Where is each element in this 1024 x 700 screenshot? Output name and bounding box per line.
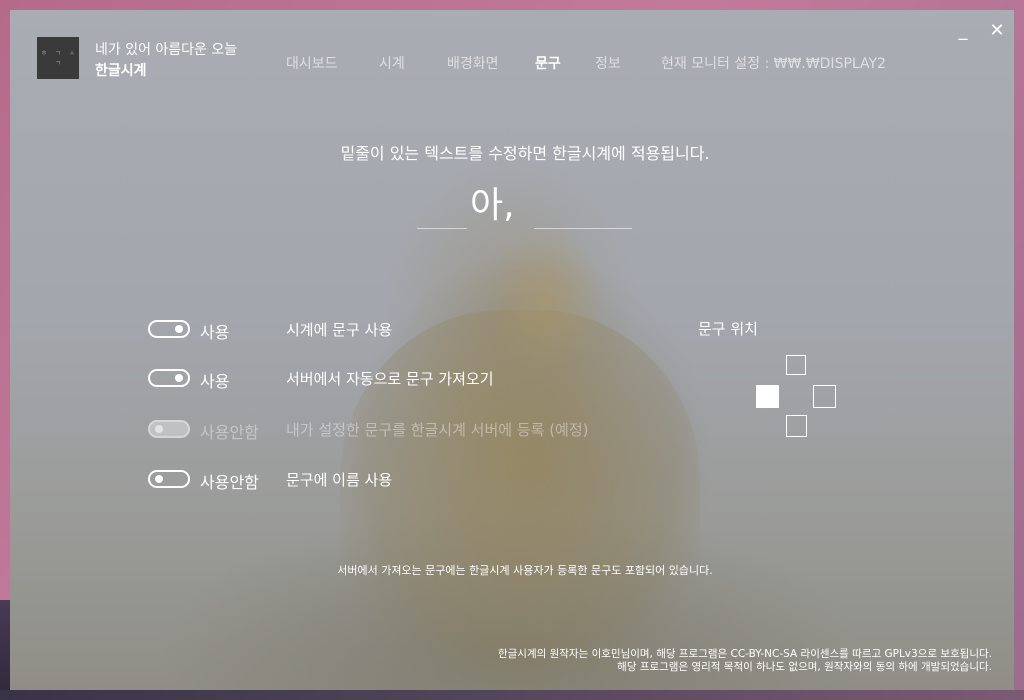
toggle-state-label: 사용안함 xyxy=(200,423,259,442)
phrase-text: 아, xyxy=(470,185,515,226)
position-right-option[interactable] xyxy=(813,385,836,408)
nav-item-dashboard[interactable]: 대시보드 xyxy=(286,53,338,73)
desktop-background-bottom xyxy=(0,690,1024,700)
close-button[interactable]: ✕ xyxy=(984,18,1010,42)
position-top-option[interactable] xyxy=(786,355,806,375)
option-row-use-name: 사용안함 문구에 이름 사용 xyxy=(148,470,748,496)
option-row-use-phrase: 사용 시계에 문구 사용 xyxy=(148,320,748,346)
option-row-register-server: 사용안함 내가 설정한 문구를 한글시계 서버에 등록 (예정) xyxy=(148,420,748,446)
minimize-icon: _ xyxy=(958,19,968,41)
license-line-1: 한글시계의 원작자는 이호민님이며, 해당 프로그램은 CC-BY-NC-SA … xyxy=(497,648,992,660)
toggle-state-label: 사용 xyxy=(200,323,230,342)
option-description: 시계에 문구 사용 xyxy=(286,321,393,339)
background-statue-head xyxy=(490,230,600,370)
logo-char: ㅅ xyxy=(68,49,76,57)
app-subtitle: 네가 있어 아름다운 오늘 xyxy=(95,42,238,58)
app-window: _ ✕ ㅎ ㄱ ㅅ ㄱ 네가 있어 아름다운 오늘 한글시계 대시보드 시계 배… xyxy=(10,10,1014,690)
license-line-2: 해당 프로그램은 영리적 목적이 하나도 없으며, 원작자와의 동의 하에 개발… xyxy=(617,661,992,673)
phrase-position-label: 문구 위치 xyxy=(698,320,758,338)
register-server-toggle xyxy=(148,420,190,438)
nav-item-phrase[interactable]: 문구 xyxy=(535,53,561,73)
use-phrase-toggle[interactable] xyxy=(148,320,190,338)
close-icon: ✕ xyxy=(989,19,1005,41)
toggle-state-label: 사용안함 xyxy=(200,473,259,492)
monitor-setting[interactable]: 현재 모니터 설정 : ₩₩.₩DISPLAY2 xyxy=(661,53,886,73)
position-left-option[interactable] xyxy=(756,385,779,408)
background-statue-image xyxy=(340,310,700,690)
toggle-knob xyxy=(155,475,163,483)
position-bottom-option[interactable] xyxy=(786,415,807,437)
phrase-editor: 아, xyxy=(10,184,1014,234)
nav-item-wallpaper[interactable]: 배경화면 xyxy=(447,53,499,73)
toggle-knob xyxy=(175,325,183,333)
minimize-button[interactable]: _ xyxy=(950,18,976,42)
phrase-suffix-underline[interactable] xyxy=(534,228,632,229)
option-description: 내가 설정한 문구를 한글시계 서버에 등록 (예정) xyxy=(286,421,589,439)
app-logo: ㅎ ㄱ ㅅ ㄱ xyxy=(37,37,79,79)
toggle-state-label: 사용 xyxy=(200,372,230,391)
license-footer: 한글시계의 원작자는 이호민님이며, 해당 프로그램은 CC-BY-NC-SA … xyxy=(498,648,992,674)
instruction-text: 밑줄이 있는 텍스트를 수정하면 한글시계에 적용됩니다. xyxy=(340,144,710,163)
toggle-knob xyxy=(175,374,183,382)
use-name-toggle[interactable] xyxy=(148,470,190,488)
logo-char: ㄱ xyxy=(54,59,62,67)
logo-char: ㄱ xyxy=(54,49,62,57)
app-title: 한글시계 xyxy=(95,63,147,79)
toggle-knob xyxy=(155,425,163,433)
option-row-server-fetch: 사용 서버에서 자동으로 문구 가져오기 xyxy=(148,369,748,395)
phrase-prefix-underline[interactable] xyxy=(417,228,467,229)
server-fetch-toggle[interactable] xyxy=(148,369,190,387)
server-notice: 서버에서 가져오는 문구에는 한글시계 사용자가 등록한 문구도 포함되어 있습… xyxy=(337,564,713,577)
option-description: 서버에서 자동으로 문구 가져오기 xyxy=(286,370,494,388)
nav-item-clock[interactable]: 시계 xyxy=(379,53,405,73)
option-description: 문구에 이름 사용 xyxy=(286,471,393,489)
nav-item-info[interactable]: 정보 xyxy=(595,53,621,73)
logo-char: ㅎ xyxy=(40,49,48,57)
